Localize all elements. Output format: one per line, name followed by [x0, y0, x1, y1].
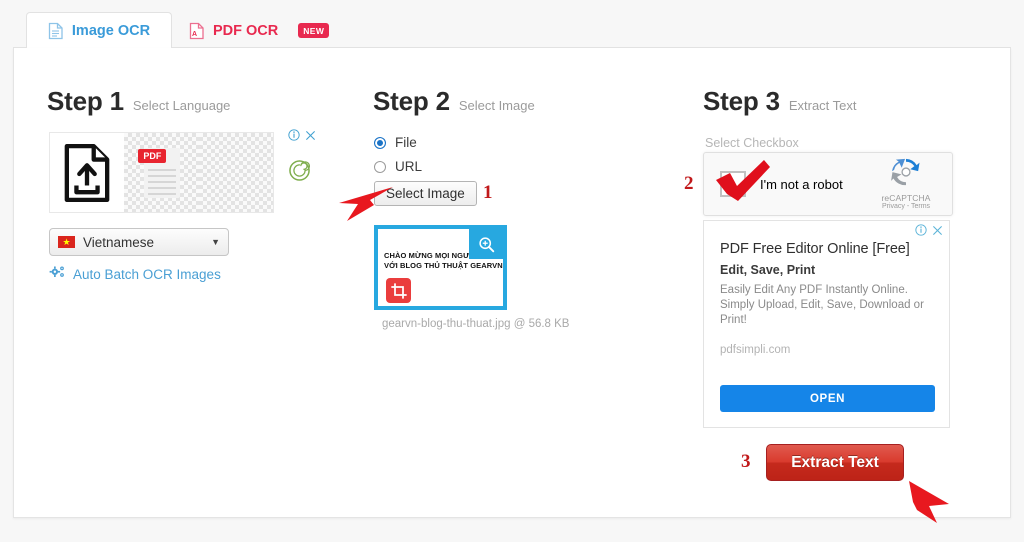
magnifier-plus-icon[interactable] — [469, 229, 503, 259]
recaptcha-widget[interactable]: I'm not a robot reCAPTCHA Privacy - Term… — [703, 152, 953, 216]
step1-banner-ad[interactable]: PDF — [49, 132, 274, 213]
recaptcha-brand: reCAPTCHA Privacy - Terms — [872, 158, 940, 210]
step3-ad-card[interactable]: PDF Free Editor Online [Free] Edit, Save… — [703, 220, 950, 428]
step-3-heading: Step 3 Extract Text — [703, 86, 857, 117]
marker-1: 1 — [483, 182, 493, 203]
pdf-document-graphic: PDF — [124, 133, 199, 212]
close-icon[interactable] — [305, 129, 316, 144]
tab-image-ocr[interactable]: Image OCR — [26, 12, 172, 49]
ad-open-button[interactable]: OPEN — [720, 385, 935, 412]
radio-url-input[interactable] — [374, 160, 386, 173]
marker-2: 2 — [684, 173, 694, 194]
ad-domain: pdfsimpli.com — [720, 344, 791, 356]
ad-card-controls — [915, 224, 943, 239]
recaptcha-logo-icon — [891, 158, 920, 186]
info-icon[interactable] — [915, 224, 927, 239]
select-checkbox-hint: Select Checkbox — [705, 136, 799, 150]
step-1-number: Step 1 — [47, 86, 124, 116]
tab-label: PDF OCR — [213, 22, 279, 39]
document-icon — [48, 22, 64, 40]
select-image-button[interactable]: Select Image — [374, 181, 477, 206]
recaptcha-checkbox[interactable] — [720, 171, 746, 197]
select-image-label: Select Image — [386, 186, 465, 201]
ad-description: Easily Edit Any PDF Instantly Online. Si… — [720, 284, 924, 326]
tab-pdf-ocr[interactable]: A PDF OCR NEW — [173, 12, 345, 49]
step-3-number: Step 3 — [703, 86, 780, 116]
step-1-subtitle: Select Language — [132, 98, 231, 113]
step-1-heading: Step 1 Select Language — [47, 86, 230, 117]
step1-ad-controls — [288, 129, 318, 186]
upload-file-icon — [50, 133, 125, 212]
close-icon[interactable] — [932, 225, 943, 239]
svg-text:A: A — [192, 31, 197, 38]
radio-url-label: URL — [395, 159, 423, 174]
tab-label: Image OCR — [71, 22, 151, 39]
spiral-icon — [289, 160, 318, 186]
language-select-value: Vietnamese — [83, 234, 155, 250]
extract-text-button[interactable]: Extract Text — [766, 444, 904, 481]
chevron-down-icon: ▼ — [211, 237, 220, 247]
tab-bar: Image OCR A PDF OCR NEW — [13, 12, 1011, 49]
ad-subtitle: Edit, Save, Print — [720, 263, 816, 277]
radio-file-label: File — [395, 135, 417, 150]
step-2-number: Step 2 — [373, 86, 450, 116]
ad-empty-cell — [198, 133, 273, 212]
ocr-page: Image OCR A PDF OCR NEW Step 1 Select La… — [0, 0, 1024, 542]
radio-url[interactable]: URL — [374, 159, 422, 174]
extract-text-label: Extract Text — [791, 453, 879, 471]
auto-batch-ocr-link[interactable]: Auto Batch OCR Images — [49, 265, 221, 283]
auto-batch-ocr-label: Auto Batch OCR Images — [73, 266, 221, 282]
language-select[interactable]: ★ Vietnamese ▼ — [49, 228, 229, 256]
gears-icon — [49, 265, 66, 283]
crop-icon[interactable] — [386, 278, 411, 303]
ad-title[interactable]: PDF Free Editor Online [Free] — [720, 241, 942, 257]
step-3-subtitle: Extract Text — [788, 98, 857, 113]
radio-file[interactable]: File — [374, 135, 417, 150]
recaptcha-label: I'm not a robot — [760, 176, 843, 192]
vietnam-flag-icon: ★ — [58, 236, 75, 248]
recaptcha-privacy-terms[interactable]: Privacy - Terms — [872, 203, 940, 210]
new-badge: NEW — [298, 23, 330, 38]
step-2-heading: Step 2 Select Image — [373, 86, 535, 117]
pdf-icon: A — [189, 22, 205, 40]
pdf-label: PDF — [138, 149, 167, 163]
marker-3: 3 — [741, 451, 751, 472]
file-meta-label: gearvn-blog-thu-thuat.jpg @ 56.8 KB — [382, 318, 570, 330]
recaptcha-brand-name: reCAPTCHA — [881, 193, 931, 203]
image-thumbnail[interactable]: CHÀO MỪNG MỌI NGƯỜI ĐẾN VỚI BLOG THỦ THU… — [374, 225, 507, 310]
step-2-subtitle: Select Image — [458, 98, 535, 113]
info-icon[interactable] — [288, 129, 300, 144]
radio-file-input[interactable] — [374, 136, 386, 149]
